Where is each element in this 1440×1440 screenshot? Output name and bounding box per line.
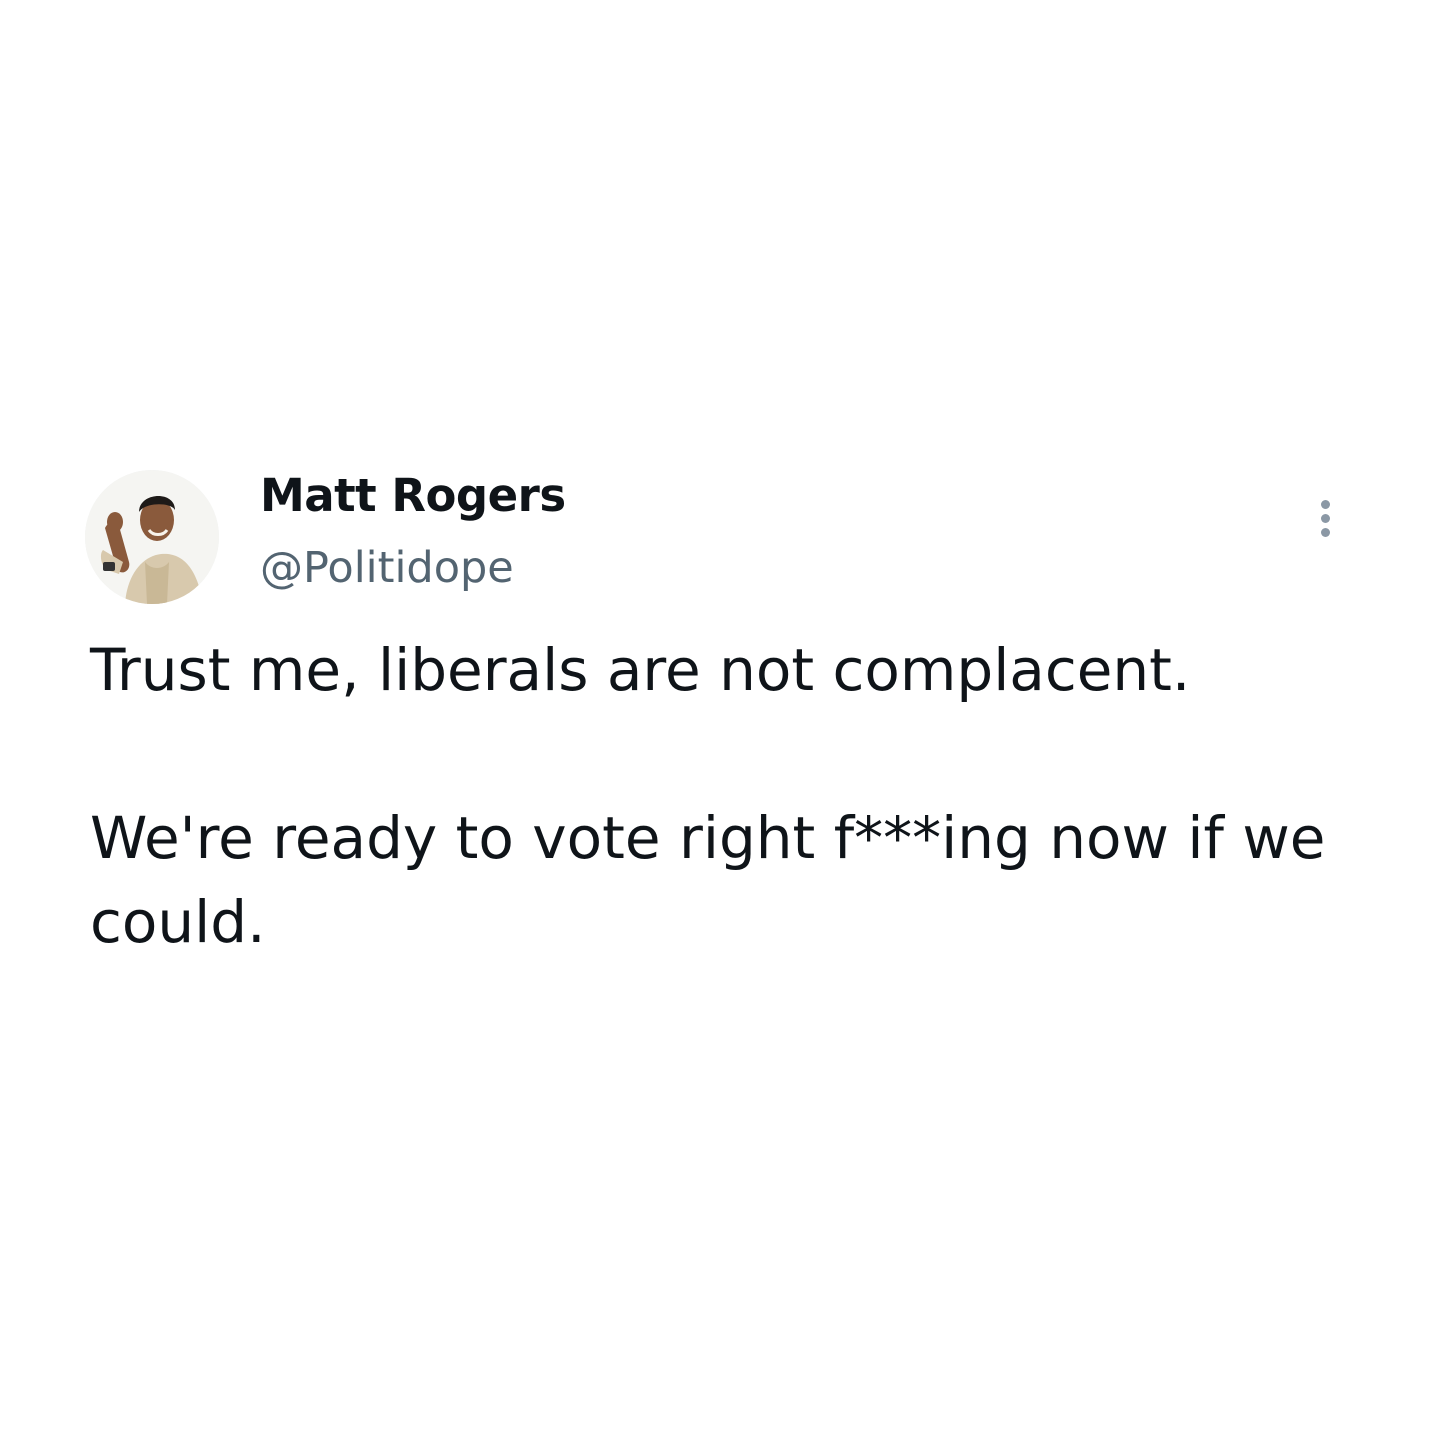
- more-dot: [1320, 514, 1330, 523]
- tweet-paragraph: We're ready to vote right f***ing now if…: [90, 804, 1344, 956]
- more-dot: [1320, 528, 1330, 537]
- author-handle[interactable]: @Politidope: [260, 540, 514, 596]
- profile-photo-icon: [85, 470, 219, 604]
- avatar[interactable]: [85, 470, 219, 604]
- tweet-paragraph: Trust me, liberals are not complacent.: [90, 636, 1191, 704]
- more-dot: [1320, 500, 1330, 509]
- author-name[interactable]: Matt Rogers: [260, 468, 566, 524]
- tweet-text: Trust me, liberals are not complacent. W…: [90, 628, 1350, 964]
- more-vertical-icon[interactable]: [1314, 500, 1336, 550]
- tweet-card: Matt Rogers @Politidope Trust me, libera…: [0, 0, 1440, 1440]
